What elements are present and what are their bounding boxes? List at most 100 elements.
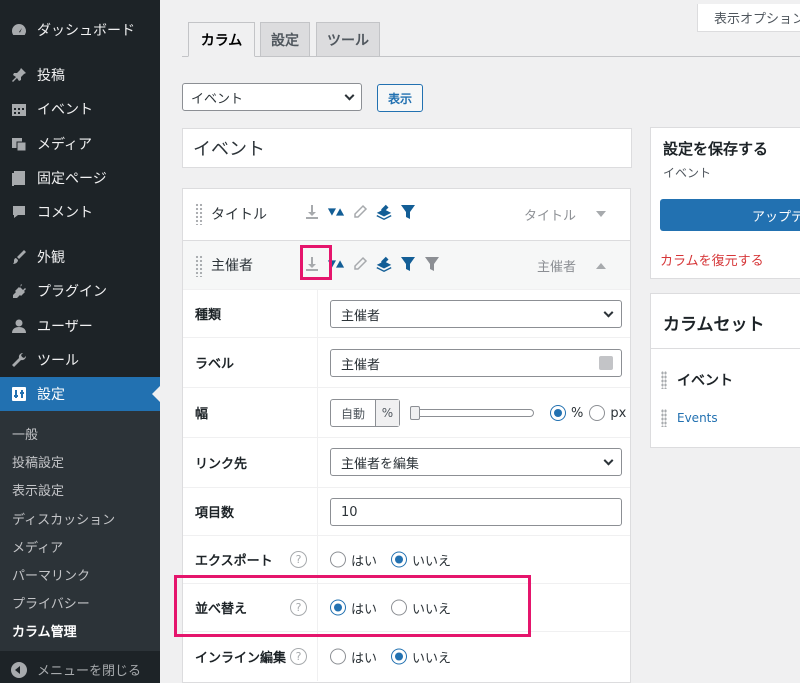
screen-options-button[interactable]: 表示オプション — [697, 4, 800, 32]
help-icon[interactable]: ? — [290, 648, 307, 665]
smart-filter-icon[interactable] — [399, 255, 417, 273]
drag-handle-icon[interactable] — [195, 255, 203, 277]
user-icon — [9, 316, 29, 336]
label-value: 主催者 — [341, 357, 381, 373]
inline-edit-pencil-icon[interactable] — [351, 255, 369, 273]
calendar-icon — [9, 99, 29, 119]
column-title[interactable]: タイトル タイトル — [183, 189, 630, 239]
setting-row-inline-edit: インライン編集 ? はい いいえ — [183, 631, 630, 681]
column-name: 主催者 — [211, 258, 253, 274]
column-sets-box: カラムセット イベント Events — [650, 293, 800, 448]
menu-item-events[interactable]: イベント — [0, 92, 160, 126]
menu-item-posts[interactable]: 投稿 — [0, 58, 160, 92]
label-input[interactable]: 主催者 — [330, 349, 622, 377]
menu-item-media[interactable]: メディア — [0, 127, 160, 161]
column-set-name[interactable]: イベント — [677, 370, 733, 390]
menu-item-dashboard[interactable]: ダッシュボード — [0, 13, 160, 47]
submenu-reading[interactable]: 表示設定 — [12, 477, 64, 501]
menu-label: 固定ページ — [37, 171, 107, 187]
list-screen-select[interactable]: イベント — [182, 83, 362, 111]
menu-label: メディア — [37, 137, 93, 153]
slider-handle[interactable] — [410, 406, 420, 420]
collapse-label: メニューを閉じる — [37, 664, 142, 679]
menu-label: 設定 — [37, 387, 65, 403]
sort-row-highlight — [174, 575, 531, 637]
inline-yes-radio[interactable]: はい — [330, 647, 377, 666]
bulk-edit-icon[interactable] — [375, 203, 393, 221]
submenu-permalinks[interactable]: パーマリンク — [12, 562, 90, 586]
setting-label: ラベル — [195, 357, 235, 372]
dashboard-icon — [9, 20, 29, 40]
menu-item-plugins[interactable]: プラグイン — [0, 274, 160, 308]
drag-handle-icon[interactable] — [661, 409, 667, 427]
export-yes-radio[interactable]: はい — [330, 550, 377, 569]
menu-item-settings[interactable]: 設定 — [0, 377, 160, 411]
submenu-column-manager[interactable]: カラム管理 — [12, 618, 77, 642]
menu-label: ダッシュボード — [37, 23, 135, 39]
menu-label: プラグイン — [37, 284, 107, 300]
drag-handle-icon[interactable] — [195, 203, 203, 225]
width-slider[interactable] — [410, 406, 534, 420]
menu-item-tools[interactable]: ツール — [0, 343, 160, 377]
image-picker-icon[interactable] — [599, 356, 613, 370]
submenu-writing[interactable]: 投稿設定 — [12, 449, 64, 473]
width-input[interactable]: 自動 % — [330, 399, 400, 427]
chevron-down-icon — [603, 455, 614, 466]
filter-icon[interactable] — [423, 255, 441, 273]
wrench-icon — [9, 350, 29, 370]
menu-label: 外観 — [37, 250, 65, 266]
chevron-down-icon — [344, 90, 355, 101]
settings-icon — [9, 384, 29, 404]
menu-label: イベント — [37, 102, 93, 118]
export-no-radio[interactable]: いいえ — [391, 550, 451, 569]
unit-percent-radio[interactable]: % — [550, 405, 583, 421]
column-organizer[interactable]: 主催者 主催者 — [183, 240, 630, 290]
type-value: 主催者 — [341, 308, 381, 324]
show-button[interactable]: 表示 — [377, 84, 423, 112]
width-auto: 自動 — [340, 406, 365, 421]
menu-label: ツール — [37, 353, 79, 369]
chevron-down-icon[interactable] — [596, 211, 606, 217]
sort-icon-highlight — [300, 245, 332, 280]
tab-tools[interactable]: ツール — [316, 22, 380, 57]
help-icon[interactable]: ? — [290, 551, 307, 568]
export-icon[interactable] — [303, 203, 321, 221]
menu-item-users[interactable]: ユーザー — [0, 309, 160, 343]
menu-label: コメント — [37, 205, 93, 221]
unit-px-radio[interactable]: px — [589, 405, 626, 421]
column-sets-title: カラムセット — [663, 315, 765, 335]
tab-settings[interactable]: 設定 — [260, 22, 310, 57]
collapse-menu-button[interactable]: メニューを閉じる — [0, 656, 160, 683]
sort-icon[interactable] — [327, 203, 345, 221]
width-unit: % — [375, 400, 399, 426]
list-title-input[interactable]: イベント — [182, 128, 632, 168]
pin-icon — [9, 65, 29, 85]
chevron-up-icon[interactable] — [596, 263, 606, 269]
submenu-general[interactable]: 一般 — [12, 421, 38, 445]
submenu-discussion[interactable]: ディスカッション — [12, 506, 115, 530]
smart-filter-icon[interactable] — [399, 203, 417, 221]
width-unit-radios: % px — [550, 405, 626, 421]
drag-handle-icon[interactable] — [661, 371, 667, 389]
column-label: タイトル — [523, 208, 576, 224]
inline-edit-pencil-icon[interactable] — [351, 203, 369, 221]
menu-item-appearance[interactable]: 外観 — [0, 240, 160, 274]
restore-columns-link[interactable]: カラムを復元する — [660, 250, 764, 269]
column-set-link[interactable]: Events — [677, 411, 718, 425]
menu-item-comments[interactable]: コメント — [0, 195, 160, 229]
menu-item-pages[interactable]: 固定ページ — [0, 161, 160, 195]
count-input[interactable]: 10 — [330, 498, 622, 526]
submenu-media[interactable]: メディア — [12, 534, 63, 558]
list-screen-value: イベント — [191, 91, 244, 107]
setting-label: エクスポート — [195, 554, 273, 569]
bulk-edit-icon[interactable] — [375, 255, 393, 273]
submenu-privacy[interactable]: プライバシー — [12, 590, 90, 614]
inline-no-radio[interactable]: いいえ — [391, 647, 451, 666]
save-box-subtitle: イベント — [663, 166, 712, 180]
type-select[interactable]: 主催者 — [330, 300, 622, 328]
divider — [651, 348, 800, 349]
update-button[interactable]: アップデート — [660, 199, 800, 231]
link-select[interactable]: 主催者を編集 — [330, 448, 622, 476]
tab-columns[interactable]: カラム — [188, 22, 255, 57]
column-label: 主催者 — [536, 259, 576, 275]
